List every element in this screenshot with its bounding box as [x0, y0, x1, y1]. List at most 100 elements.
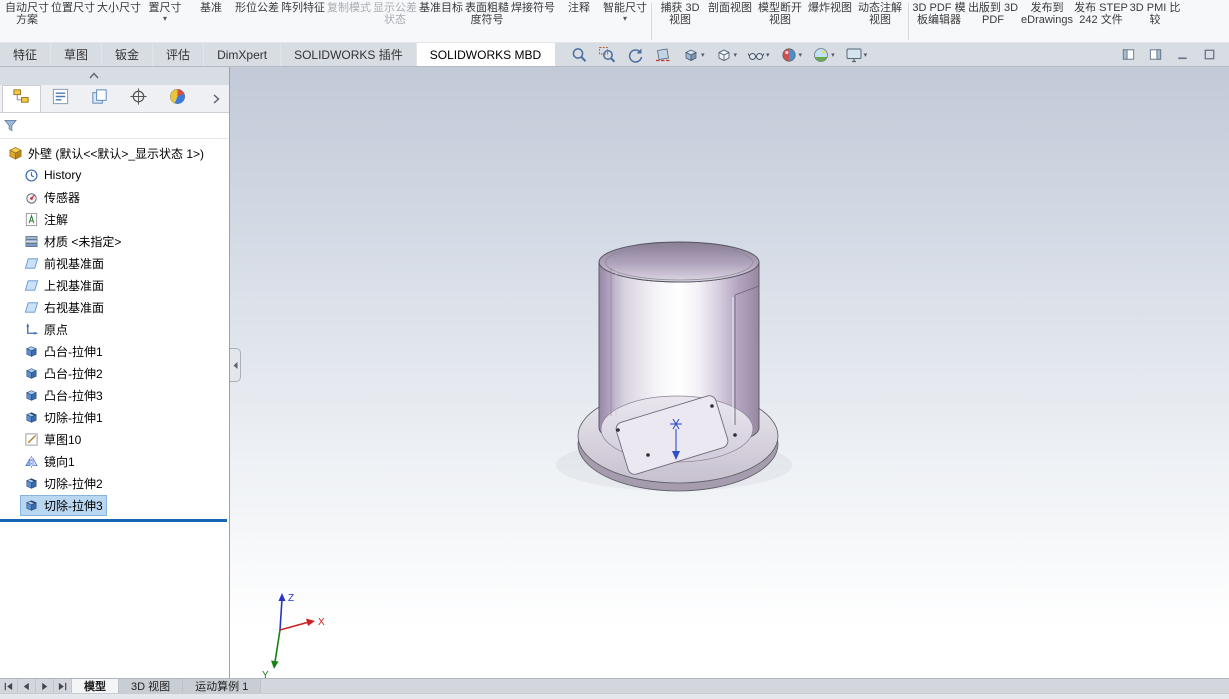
ribbon-button-label: 形位公差	[235, 2, 279, 14]
model-3d[interactable]	[556, 242, 792, 491]
ribbon-button[interactable]: 3D PMI 比较	[1128, 1, 1182, 26]
ribbon-button[interactable]: 焊接符号	[510, 1, 556, 14]
feature-tree-items: History 传感器 注解	[0, 164, 229, 516]
ribbon-button[interactable]: 模型断开视图	[755, 1, 805, 26]
filter-icon[interactable]	[3, 118, 18, 133]
ribbon-button[interactable]: 位置尺寸	[50, 1, 96, 14]
chevron-right-icon[interactable]	[210, 93, 222, 105]
ribbon-separator	[908, 3, 909, 40]
command-tab[interactable]: 评估	[153, 43, 204, 66]
status-bar	[0, 693, 1229, 699]
ribbon-button[interactable]: 复制模式	[326, 1, 372, 14]
view-tool-button[interactable]	[570, 45, 588, 65]
view-tool-button[interactable]	[682, 45, 705, 65]
ribbon-button[interactable]: 智能尺寸	[602, 1, 648, 23]
tab-nav-button[interactable]	[36, 679, 54, 693]
ribbon-button-label: 大小尺寸	[97, 2, 141, 14]
view-tool-button[interactable]	[654, 45, 672, 65]
triad-x-label: X	[318, 617, 325, 628]
edit-appearance-icon	[780, 46, 798, 64]
ribbon-button[interactable]: 出版到 3D PDF	[966, 1, 1020, 26]
sketch-icon	[24, 432, 39, 447]
tree-item[interactable]: 上视基准面	[0, 274, 229, 296]
ribbon-button[interactable]: 动态注解视图	[855, 1, 905, 26]
document-tab[interactable]: 模型	[72, 679, 119, 693]
ribbon-button-label: 显示公差状态	[373, 2, 417, 26]
view-orientation-icon	[682, 46, 700, 64]
command-tab[interactable]: DimXpert	[204, 43, 281, 66]
ribbon-button[interactable]: 剖面视图	[705, 1, 755, 14]
view-tool-button[interactable]	[780, 45, 803, 65]
tab-nav-button[interactable]	[18, 679, 36, 693]
tree-item[interactable]: 右视基准面	[0, 296, 229, 318]
ribbon-button[interactable]: 自动尺寸方案	[4, 1, 50, 26]
ribbon-button[interactable]: 发布 STEP 242 文件	[1074, 1, 1128, 26]
view-tool-button[interactable]	[747, 45, 770, 65]
tree-root-item[interactable]: 外壁 (默认<<默认>_显示状态 1>)	[0, 142, 229, 164]
tree-item[interactable]: 前视基准面	[0, 252, 229, 274]
tree-item[interactable]: 材质 <未指定>	[0, 230, 229, 252]
document-tab[interactable]: 运动算例 1	[183, 679, 261, 693]
tree-item[interactable]: 传感器	[0, 186, 229, 208]
ribbon-button[interactable]: 3D PDF 模板编辑器	[912, 1, 966, 26]
ribbon-button[interactable]: 置尺寸	[142, 1, 188, 23]
rollback-bar[interactable]	[0, 519, 227, 522]
view-tool-button[interactable]	[598, 45, 616, 65]
window-button[interactable]	[1202, 47, 1217, 67]
document-tab[interactable]: 3D 视图	[119, 679, 183, 693]
plane-icon	[24, 300, 39, 315]
tree-item[interactable]: 切除-拉伸1	[0, 406, 229, 428]
tree-item[interactable]: 切除-拉伸3	[0, 494, 229, 516]
ribbon-button[interactable]: 基准	[188, 1, 234, 14]
view-tool-button[interactable]	[845, 45, 868, 65]
view-tool-button[interactable]	[715, 45, 738, 65]
command-tab[interactable]: SOLIDWORKS MBD	[417, 43, 555, 66]
manager-tab[interactable]	[2, 85, 41, 112]
ribbon-button[interactable]: 注释	[556, 1, 602, 14]
manager-tab[interactable]	[119, 85, 158, 112]
manager-tab[interactable]	[158, 85, 197, 112]
part-icon	[8, 146, 23, 161]
ribbon-button[interactable]: 基准目标	[418, 1, 464, 14]
window-button[interactable]	[1121, 47, 1136, 67]
tree-item[interactable]: 凸台-拉伸1	[0, 340, 229, 362]
panel-splitter-handle[interactable]	[230, 348, 241, 382]
ribbon-button-label: 发布到 eDrawings	[1021, 2, 1073, 26]
ribbon-button[interactable]: 发布到 eDrawings	[1020, 1, 1074, 26]
graphics-viewport[interactable]: Z X Y	[230, 67, 1229, 678]
ribbon-button[interactable]: 爆炸视图	[805, 1, 855, 14]
ribbon-button[interactable]: 表面粗糙度符号	[464, 1, 510, 26]
tree-item[interactable]: History	[0, 164, 229, 186]
command-tab[interactable]: 钣金	[102, 43, 153, 66]
command-tab[interactable]: SOLIDWORKS 插件	[281, 43, 417, 66]
panel-collapse-strip	[0, 67, 229, 85]
viewport-scene[interactable]	[230, 67, 1229, 678]
ribbon-button[interactable]: 捕获 3D 视图	[655, 1, 705, 26]
ribbon-group-publish: 3D PDF 模板编辑器 出版到 3D PDF 发布到 eDrawings 发布…	[912, 1, 1182, 26]
tab-nav-button[interactable]	[0, 679, 18, 693]
ribbon-button[interactable]: 阵列特征	[280, 1, 326, 14]
tree-item-label: 切除-拉伸1	[44, 409, 103, 426]
tree-item[interactable]: 凸台-拉伸2	[0, 362, 229, 384]
tab-nav-button[interactable]	[54, 679, 72, 693]
manager-tab[interactable]	[41, 85, 80, 112]
command-tab[interactable]: 草图	[51, 43, 102, 66]
collapse-up-icon[interactable]	[88, 71, 100, 80]
view-tool-button[interactable]	[812, 45, 835, 65]
ribbon-button-label: 剖面视图	[708, 2, 752, 14]
tree-item[interactable]: 草图10	[0, 428, 229, 450]
tree-item[interactable]: 切除-拉伸2	[0, 472, 229, 494]
tree-item[interactable]: 镜向1	[0, 450, 229, 472]
tree-item[interactable]: 注解	[0, 208, 229, 230]
tree-item-label: 前视基准面	[44, 255, 104, 272]
command-tab[interactable]: 特征	[0, 43, 51, 66]
window-button[interactable]	[1175, 47, 1190, 67]
manager-tab[interactable]	[80, 85, 119, 112]
view-tool-button[interactable]	[626, 45, 644, 65]
ribbon-button[interactable]: 形位公差	[234, 1, 280, 14]
window-button[interactable]	[1148, 47, 1163, 67]
tree-item[interactable]: 凸台-拉伸3	[0, 384, 229, 406]
tree-item[interactable]: 原点	[0, 318, 229, 340]
ribbon-button[interactable]: 大小尺寸	[96, 1, 142, 14]
ribbon-button[interactable]: 显示公差状态	[372, 1, 418, 26]
